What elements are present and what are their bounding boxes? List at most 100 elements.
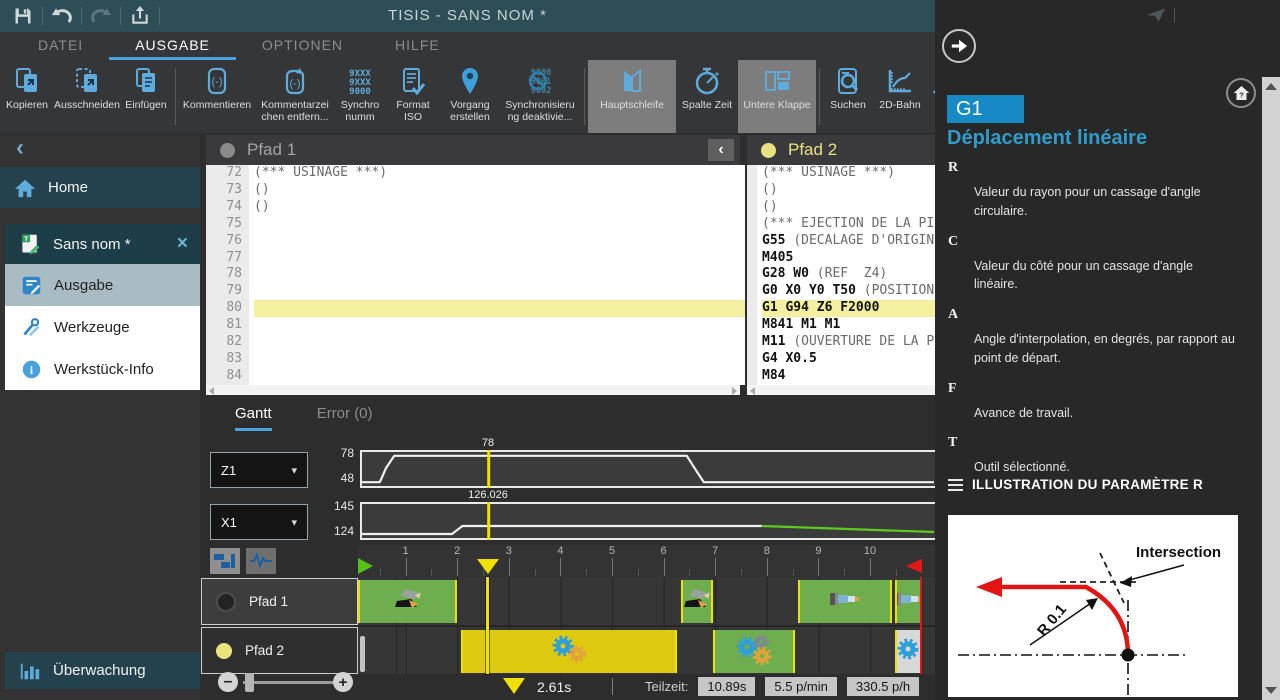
ribbon-button-panes[interactable]: Untere Klappe [738, 60, 816, 133]
gantt-operation-block[interactable] [358, 580, 457, 623]
signal-select-z1[interactable]: Z1▾ [210, 452, 308, 488]
gantt-row-label-pfad2[interactable]: Pfad 2 [201, 627, 358, 674]
ribbon-button-search[interactable]: Suchen [823, 60, 873, 133]
list-icon [948, 479, 963, 491]
ribbon-button-formatiso[interactable]: Format ISO [385, 60, 441, 133]
gantt-view-button[interactable] [210, 548, 240, 574]
gantt-row-label-pfad1[interactable]: Pfad 1 [201, 578, 358, 625]
gantt-operation-block[interactable] [681, 580, 714, 623]
export-button[interactable] [125, 3, 155, 29]
code-comment: (REF Z4) [817, 266, 887, 281]
code-line [254, 233, 745, 250]
timeline-cursor-marker[interactable] [477, 559, 499, 574]
timeline-ruler[interactable]: 12345678910 [358, 545, 935, 577]
signal-chart-x1[interactable] [360, 502, 935, 540]
tab-error[interactable]: Error (0) [317, 405, 373, 431]
uncomment-icon: (-) [280, 65, 310, 97]
sidebar-document-tab[interactable]: T Sans nom * × [5, 224, 200, 264]
waveform-view-button[interactable] [246, 548, 276, 574]
param-description: Avance de travail. [974, 404, 1240, 423]
ribbon-button-paste[interactable]: Einfügen [120, 60, 172, 133]
save-button[interactable] [8, 3, 38, 29]
param-description: Angle d'interpolation, en degrés, par ra… [974, 330, 1240, 368]
help-scrollbar[interactable] [1262, 77, 1280, 700]
param-description: Outil sélectionné. [974, 458, 1240, 477]
timeline-end-marker[interactable] [906, 559, 922, 573]
gantt-operation-block[interactable] [895, 580, 922, 623]
code-comment: (POSITION [864, 283, 934, 298]
signal-select-x1[interactable]: X1▾ [210, 504, 308, 540]
menu-tab-datei[interactable]: DATEI [12, 32, 109, 60]
expand-panel-button[interactable] [942, 29, 976, 63]
scroll-right-icon[interactable] [732, 387, 737, 395]
timeline-start-marker[interactable] [358, 558, 373, 574]
sidebar-item-ueberwachung[interactable]: Überwachung [5, 652, 200, 689]
horizontal-scrollbar[interactable] [747, 385, 935, 395]
ribbon-button-label: Untere Klappe [743, 99, 810, 111]
scroll-left-icon[interactable] [750, 387, 755, 395]
airplane-icon[interactable] [1146, 7, 1166, 23]
signal-chart-z1[interactable] [360, 450, 935, 488]
divider [1174, 8, 1175, 23]
gantt-cursor-line[interactable] [486, 577, 489, 674]
part-icon [895, 591, 922, 612]
gantt-operation-block[interactable] [895, 630, 922, 673]
gantt-operation-block[interactable] [798, 580, 892, 623]
sidebar-item-werkst-ck-info[interactable]: iWerkstück-Info [5, 348, 200, 390]
code-comment: () [254, 199, 270, 214]
help-home-button[interactable]: ? [1226, 78, 1256, 108]
ribbon-button-wizard[interactable]: Wiz [927, 60, 935, 133]
ribbon-button-copy[interactable]: Kopieren [0, 60, 54, 133]
scroll-down-icon[interactable] [1265, 687, 1277, 694]
ribbon-button-label: Synchro numm [341, 99, 380, 123]
ribbon-button-cut[interactable]: Ausschneiden [54, 60, 120, 133]
formatiso-icon [398, 65, 428, 97]
code-editor-pfad2[interactable]: (*** USINAGE ***)()()(*** EJECTION DE LA… [757, 165, 940, 385]
sidebar-item-ausgabe[interactable]: Ausgabe [5, 264, 200, 306]
ribbon-button-syncnum[interactable]: 9XXX9XXX9000Synchro numm [335, 60, 385, 133]
tisis-app: TISIS - SANS NOM * DATEIAUSGABEOPTIONENH… [0, 0, 1280, 700]
selected-signal: X1 [221, 515, 237, 530]
menu-tab-optionen[interactable]: OPTIONEN [236, 32, 369, 60]
redo-button[interactable] [86, 3, 116, 29]
ribbon-button-label: Kommentarzei chen entfern... [261, 99, 329, 123]
horizontal-scrollbar[interactable] [206, 385, 740, 395]
scroll-up-icon[interactable] [1265, 83, 1277, 90]
zoom-slider-track[interactable] [243, 681, 335, 684]
gantt-operation-block[interactable] [713, 630, 795, 673]
gantt-row-handle[interactable] [360, 636, 365, 672]
ribbon-button-syncoff[interactable]: 900090019002Synchronisieru ng deaktivie.… [499, 60, 581, 133]
sidebar-item-home[interactable]: Home [0, 167, 200, 208]
ribbon-button-mainloop[interactable]: Hauptschleife [588, 60, 676, 133]
ribbon-button-stopwatch[interactable]: Spalte Zeit [676, 60, 738, 133]
menu-tab-hilfe[interactable]: HILFE [369, 32, 466, 60]
ribbon-button-comment[interactable]: (-)Kommentieren [179, 60, 255, 133]
monitoring-icon [19, 660, 41, 682]
gantt-chart[interactable] [358, 577, 935, 674]
code-line: (*** USINAGE ***) [254, 165, 745, 182]
code-keyword: G55 [762, 233, 793, 248]
code-line [254, 317, 745, 334]
ruler-tick-label: 10 [860, 545, 880, 557]
ribbon-separator [584, 68, 585, 125]
sidebar-collapse-button[interactable]: ‹ [6, 136, 34, 162]
ribbon-button-path2d[interactable]: 2D-Bahn [873, 60, 927, 133]
code-line: () [254, 199, 745, 216]
tab-gantt[interactable]: Gantt [235, 405, 272, 431]
ribbon-button-pin[interactable]: Vorgang erstellen [441, 60, 499, 133]
param-description: Valeur du côté pour un cassage d'angle l… [974, 257, 1240, 295]
mainloop-icon [617, 65, 647, 97]
line-number: 80 [206, 300, 249, 317]
ribbon-button-uncomment[interactable]: (-)Kommentarzei chen entfern... [255, 60, 335, 133]
close-document-icon[interactable]: × [177, 233, 188, 255]
code-editor-pfad1[interactable]: (*** USINAGE ***)()() [249, 165, 745, 385]
zoom-out-button[interactable]: – [218, 672, 238, 692]
menu-tab-ausgabe[interactable]: AUSGABE [109, 32, 236, 60]
zoom-in-button[interactable]: + [333, 672, 353, 692]
sidebar-item-werkzeuge[interactable]: Werkzeuge [5, 306, 200, 348]
undo-button[interactable] [47, 3, 77, 29]
gantt-operation-block[interactable] [461, 630, 677, 673]
scroll-left-icon[interactable] [209, 387, 214, 395]
zoom-slider-handle[interactable] [245, 673, 254, 692]
collapse-editor-button[interactable]: ‹ [708, 139, 734, 161]
